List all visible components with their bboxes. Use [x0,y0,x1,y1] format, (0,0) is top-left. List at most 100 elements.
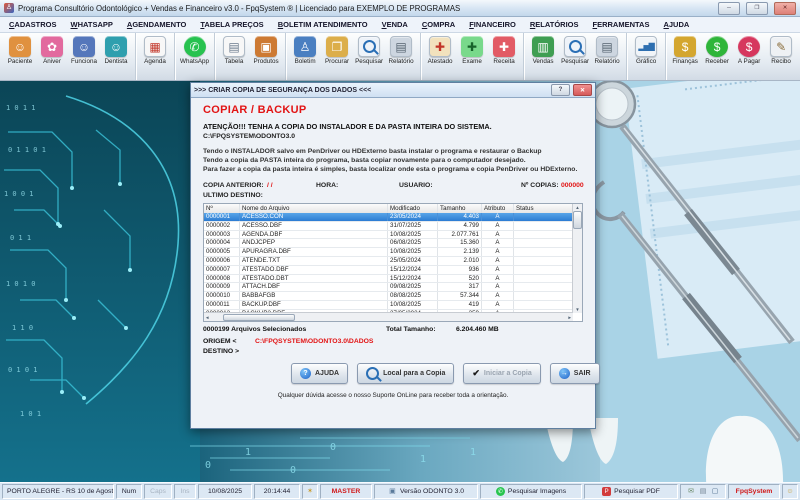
toolbar-search-sales-button[interactable]: Pesquisar [559,35,591,66]
toolbar-label: Pesquisar [561,58,589,65]
copy-location-button[interactable]: Local para a Copia [357,363,454,384]
status-search-images[interactable]: ✆Pesquisar Imagens [480,484,582,499]
toolbar-label: Tabela [225,58,244,65]
destination-label: DESTINO > [203,348,255,355]
toolbar-report-print-button[interactable]: ▤Relatório [385,35,417,66]
scroll-up-icon[interactable]: ▲ [575,204,579,211]
help-button[interactable]: ? AJUDA [291,363,348,384]
toolbar-chart-button[interactable]: ▂▅▇Gráfico [630,35,662,66]
receipt-icon: ✎ [770,36,792,57]
toolbar-prescription-button[interactable]: ✚Receita [488,35,520,66]
dialog-titlebar[interactable]: >>> CRIAR COPIA DE SEGURANÇA DOS DADOS <… [191,83,595,98]
toolbar-finance-button[interactable]: $Finanças [669,35,701,66]
file-table: NºNome do ArquivoModificadoTamanhoAtribu… [203,203,583,322]
toolbar-search-docs-button[interactable]: Pesquisar [353,35,385,66]
status-label: Versão ODONTO 3.0 [400,488,464,495]
toolbar-price-table-button[interactable]: ▤Tabela [218,35,250,66]
table-row[interactable]: 0000011BACKUP.DBF10/08/2025419A [204,301,573,310]
payables-icon: $ [738,36,760,57]
menu-compra[interactable]: COMPRA [415,20,462,29]
column-header[interactable]: Tamanho [438,204,482,213]
status-date: 10/08/2025 [198,484,252,499]
table-row[interactable]: 0000009ATTACH.DBF09/08/2025317A [204,283,573,292]
status-brand: FpqSystem [728,484,780,499]
menu-tabela-precos[interactable]: TABELA PREÇOS [193,20,270,29]
start-copy-button[interactable]: ✔ Iniciar a Copia [463,363,540,384]
prescription-icon: ✚ [493,36,515,57]
menu-relatorios[interactable]: RELATÓRIOS [523,20,586,29]
toolbar-payables-button[interactable]: $A Pagar [733,35,765,66]
menu-financeiro[interactable]: FINANCEIRO [462,20,523,29]
summary-row: 0000199 Arquivos Selecionados Total Tama… [203,326,583,335]
horizontal-scroll-thumb[interactable] [223,314,295,321]
table-row[interactable]: 0000002ACESSO.DBF31/07/20254.799A [204,222,573,231]
close-button[interactable]: ✕ [774,2,796,15]
toolbar-search-folder-button[interactable]: ❐Procurar [321,35,353,66]
minimize-button[interactable]: ─ [718,2,740,15]
table-row[interactable]: 0000003AGENDA.DBF10/08/20252.077.761A [204,231,573,240]
previous-copy-row: COPIA ANTERIOR: / / HORA: USUARIO: Nº CO… [203,182,583,191]
toolbar-receivables-button[interactable]: $Receber [701,35,733,66]
status-search-pdf[interactable]: PPesquisar PDF [584,484,678,499]
toolbar-group: ♙Boletim❐ProcurarPesquisar▤Relatório [286,33,421,80]
toolbar-employees-button[interactable]: ☺Funciona [68,35,100,66]
toolbar: ☺Paciente✿Aniver☺Funciona☺Dentista▦Agend… [0,33,800,81]
column-header[interactable]: Status [514,204,573,213]
table-row[interactable]: 0000008ATESTADO.DBT15/12/2024520A [204,275,573,284]
menu-agendamento[interactable]: AGENDAMENTO [120,20,193,29]
dialog-close-button[interactable]: ✕ [573,84,592,96]
hour-label: HORA: [316,182,338,189]
table-row[interactable]: 0000004ANDJCPEP06/08/202515.360A [204,239,573,248]
toolbar-sales-button[interactable]: ▥Vendas [527,35,559,66]
origin-path: C:\FPQSYSTEM\ODONTO3.0\DADOS [255,338,373,345]
table-row[interactable]: 0000007ATESTADO.DBF15/12/2024936A [204,266,573,275]
svg-text:1: 1 [245,447,251,458]
restore-button[interactable]: ❐ [746,2,768,15]
table-row[interactable]: 0000005APURAGRA.DBF10/08/20252.139A [204,248,573,257]
toolbar-certificate-button[interactable]: ✚Atestado [424,35,456,66]
copies-label: Nº COPIAS: [521,182,559,189]
toolbar-dentists-button[interactable]: ☺Dentista [100,35,132,66]
total-size-label: Total Tamanho: [386,326,436,333]
exit-button[interactable]: → SAIR [550,363,600,384]
column-header[interactable]: Atributo [482,204,514,213]
pdf-icon: P [602,487,611,496]
column-header[interactable]: Modificado [388,204,438,213]
dialog-help-button[interactable]: ? [551,84,570,96]
vertical-scroll-thumb[interactable] [573,211,582,229]
previous-copy-label: COPIA ANTERIOR: [203,182,264,189]
toolbar-whatsapp-button[interactable]: ✆WhatsApp [178,35,211,66]
toolbar-sales-report-print-button[interactable]: ▤Relatório [591,35,623,66]
scroll-right-icon[interactable]: ► [568,315,572,320]
menu-whatsapp[interactable]: WHATSAPP [64,20,120,29]
toolbar-agenda-button[interactable]: ▦Agenda [139,35,171,66]
table-vertical-scrollbar[interactable]: ▲ ▼ [572,204,582,313]
computer-icon: ▣ [388,487,397,496]
toolbar-receipt-button[interactable]: ✎Recibo [765,35,797,66]
send-icon: ✉ [687,487,696,496]
menu-cadastros[interactable]: CADASTROS [2,20,64,29]
menu-venda[interactable]: VENDA [375,20,415,29]
menu-ajuda[interactable]: AJUDA [656,20,696,29]
toolbar-label: Produtos [253,58,278,65]
column-header[interactable]: Nº [204,204,240,213]
toolbar-exam-button[interactable]: ✚Exame [456,35,488,66]
toolbar-bulletin-button[interactable]: ♙Boletim [289,35,321,66]
table-row[interactable]: 0000010BABBAFGB08/08/202557.344A [204,292,573,301]
dialog-title: >>> CRIAR COPIA DE SEGURANÇA DOS DADOS <… [194,87,548,94]
table-row[interactable]: 0000006ATENDE.TXT25/05/20242.010A [204,257,573,266]
toolbar-products-button[interactable]: ▣Produtos [250,35,282,66]
column-header[interactable]: Nome do Arquivo [240,204,388,213]
menu-boletim-atendimento[interactable]: BOLETIM ATENDIMENTO [271,20,375,29]
table-row[interactable]: 0000001ACESSO.CON23/05/20244.403A [204,213,573,222]
menu-ferramentas[interactable]: FERRAMENTAS [586,20,657,29]
table-horizontal-scrollbar[interactable]: ◄ ► [204,312,573,321]
toolbar-group: ▤Tabela▣Produtos [215,33,286,80]
toolbar-birthday-button[interactable]: ✿Aniver [36,35,68,66]
toolbar-patients-button[interactable]: ☺Paciente [4,35,36,66]
scroll-left-icon[interactable]: ◄ [205,315,209,320]
scroll-down-icon[interactable]: ▼ [575,306,579,313]
svg-text:1 0 1 1: 1 0 1 1 [6,104,36,112]
svg-text:0: 0 [290,465,296,476]
window-titlebar[interactable]: ♙ Programa Consultório Odontológico + Ve… [0,0,800,17]
